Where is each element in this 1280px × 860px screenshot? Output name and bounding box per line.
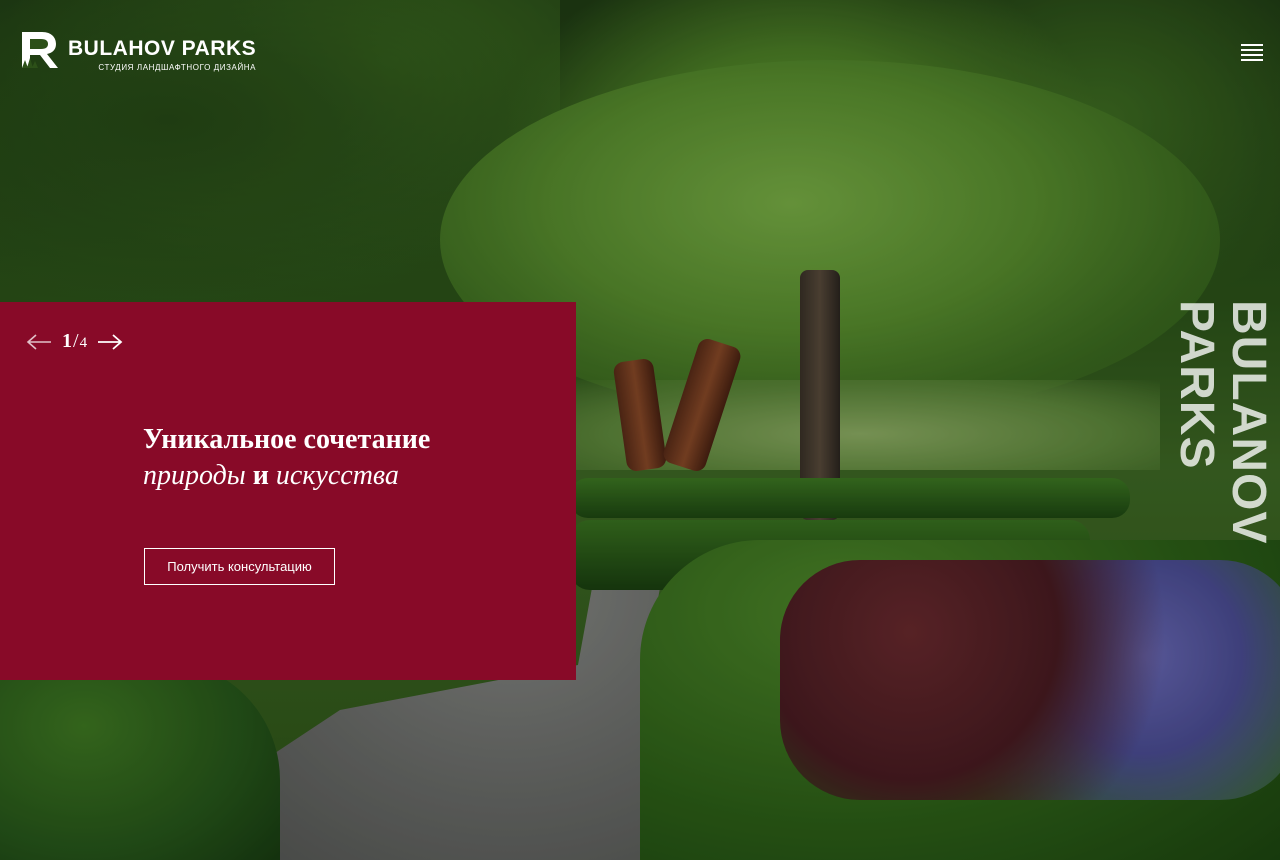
headline-word-and: и: [252, 460, 269, 491]
arrow-right-icon[interactable]: [97, 332, 123, 352]
headline-word-nature: природы: [143, 460, 246, 491]
hero-panel: 1 / 4 Уникальное сочетание природы и иск…: [0, 302, 576, 680]
slide-total: 4: [79, 335, 88, 351]
hero-headline: Уникальное сочетание природы и искусства: [143, 422, 430, 494]
slide-current: 1: [62, 330, 72, 352]
headline-line-2: природы и искусства: [143, 460, 399, 491]
get-consultation-button[interactable]: Получить консультацию: [144, 548, 335, 585]
brand-tagline: СТУДИЯ ЛАНДШАФТНОГО ДИЗАЙНА: [98, 63, 257, 72]
slider-nav: 1 / 4: [26, 330, 123, 353]
arrow-left-icon[interactable]: [26, 332, 52, 352]
slide-separator: /: [73, 330, 79, 352]
headline-line-1: Уникальное сочетание: [143, 424, 431, 455]
hamburger-icon[interactable]: [1241, 44, 1263, 62]
brand-name: BULAHOV PARKS: [68, 37, 257, 60]
logo-mark-icon: [20, 30, 62, 70]
vertical-brand-text: BULANOV PARKS: [1170, 300, 1275, 545]
site-logo[interactable]: BULAHOV PARKS СТУДИЯ ЛАНДШАФТНОГО ДИЗАЙН…: [20, 30, 256, 72]
headline-word-art: искусства: [275, 460, 399, 491]
slide-counter: 1 / 4: [62, 330, 87, 353]
